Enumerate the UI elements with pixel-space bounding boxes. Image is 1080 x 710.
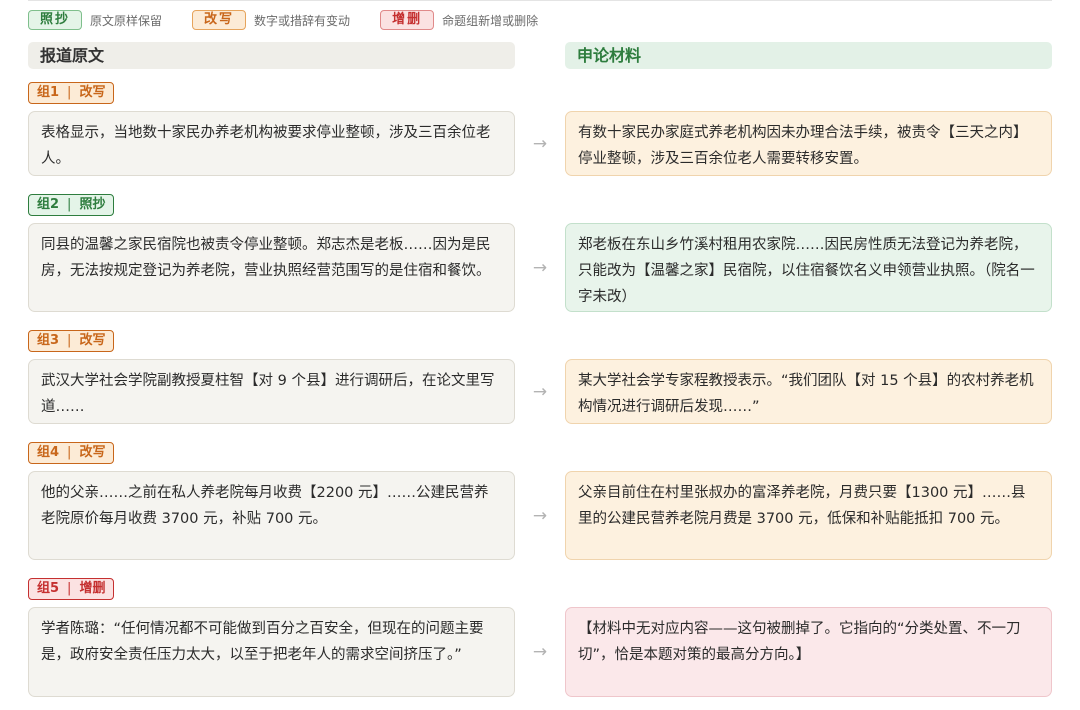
material-text-box-3: 某大学社会学专家程教授表示。“我们团队【对 15 个县】的农村养老机构情况进行调…: [565, 359, 1052, 424]
group-separator: |: [67, 197, 72, 212]
group-separator: |: [67, 85, 72, 100]
arrow-icon: →: [532, 382, 548, 402]
arrow-icon: →: [532, 506, 548, 526]
original-text-box-4: 他的父亲……之前在私人养老院每月收费【2200 元】……公建民营养老院原价每月收…: [28, 471, 515, 560]
group-separator: |: [67, 333, 72, 348]
column-header-material: 申论材料: [565, 42, 1052, 69]
group-separator: |: [67, 581, 72, 596]
group-type: 改写: [79, 445, 106, 460]
column-header-original: 报道原文: [28, 42, 515, 69]
group-number: 组2: [37, 197, 60, 212]
legend-badge-rewrite: 改写: [192, 10, 247, 30]
legend-badge-delete: 增删: [380, 10, 435, 30]
group-separator: |: [67, 445, 72, 460]
arrow-icon: →: [532, 258, 548, 278]
group-tag-2: 组2 | 照抄: [28, 194, 115, 216]
group-type: 照抄: [79, 197, 106, 212]
legend-item-delete: 增删 命题组新增或删除: [380, 10, 538, 30]
group-tag-5: 组5 | 增删: [28, 578, 115, 600]
top-divider: [28, 0, 1052, 1]
group-number: 组4: [37, 445, 60, 460]
original-text-box-1: 表格显示，当地数十家民办养老机构被要求停业整顿，涉及三百余位老人。: [28, 111, 515, 176]
legend-desc-rewrite: 数字或措辞有变动: [254, 13, 351, 28]
legend-desc-copy: 原文原样保留: [90, 13, 163, 28]
material-text-box-5: 【材料中无对应内容——这句被删掉了。它指向的“分类处置、不一刀切”，恰是本题对策…: [565, 607, 1052, 697]
material-text-box-2: 郑老板在东山乡竹溪村租用农家院……因民房性质无法登记为养老院，只能改为【温馨之家…: [565, 223, 1052, 312]
group-type: 增删: [79, 581, 106, 596]
group-number: 组3: [37, 333, 60, 348]
group-tag-4: 组4 | 改写: [28, 442, 115, 464]
original-text-box-3: 武汉大学社会学院副教授夏柱智【对 9 个县】进行调研后，在论文里写道……: [28, 359, 515, 424]
legend-desc-delete: 命题组新增或删除: [442, 13, 539, 28]
group-type: 改写: [79, 85, 106, 100]
original-text-box-2: 同县的温馨之家民宿院也被责令停业整顿。郑志杰是老板……因为是民房，无法按规定登记…: [28, 223, 515, 312]
group-tag-3: 组3 | 改写: [28, 330, 115, 352]
legend-item-copy: 照抄 原文原样保留: [28, 10, 162, 30]
legend: 照抄 原文原样保留 改写 数字或措辞有变动 增删 命题组新增或删除: [28, 9, 568, 31]
legend-badge-copy: 照抄: [28, 10, 83, 30]
group-tag-1: 组1 | 改写: [28, 82, 115, 104]
original-text-box-5: 学者陈璐：“任何情况都不可能做到百分之百安全，但现在的问题主要是，政府安全责任压…: [28, 607, 515, 697]
group-number: 组1: [37, 85, 60, 100]
group-number: 组5: [37, 581, 60, 596]
group-type: 改写: [79, 333, 106, 348]
material-text-box-1: 有数十家民办家庭式养老机构因未办理合法手续，被责令【三天之内】停业整顿，涉及三百…: [565, 111, 1052, 176]
arrow-icon: →: [532, 642, 548, 662]
material-text-box-4: 父亲目前住在村里张叔办的富泽养老院，月费只要【1300 元】……县里的公建民营养…: [565, 471, 1052, 560]
arrow-icon: →: [532, 134, 548, 154]
legend-item-rewrite: 改写 数字或措辞有变动: [192, 10, 350, 30]
